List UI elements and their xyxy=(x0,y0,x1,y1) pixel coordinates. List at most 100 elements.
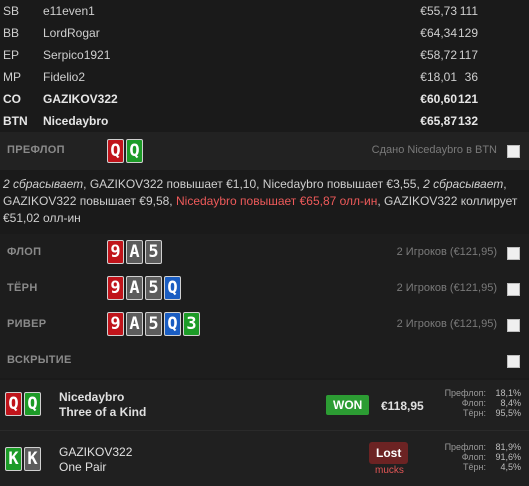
card: 9 xyxy=(107,276,124,300)
player-row: CO GAZIKOV322 €60,60 121 xyxy=(0,88,529,110)
result-winner: QQ Nicedaybro Three of a Kind WON €118,9… xyxy=(0,380,529,430)
card: 3 xyxy=(183,312,200,336)
turn-cards: 9A5Q xyxy=(107,276,181,300)
flop-info: 2 Игроков (€121,95) xyxy=(396,246,497,258)
card: K xyxy=(5,447,22,471)
card: 5 xyxy=(145,240,162,264)
flop-cards: 9A5 xyxy=(107,240,162,264)
flop-checkbox[interactable] xyxy=(507,247,520,260)
player-bb: 121 xyxy=(457,92,478,106)
winner-name: Nicedaybro xyxy=(59,390,125,404)
player-name: Serpico1921 xyxy=(43,48,111,62)
hero-cards: QQ xyxy=(107,139,143,163)
turn-info: 2 Игроков (€121,95) xyxy=(396,282,497,294)
loser-equity-stats: Префлоп: 81,9% Флоп: 91,6% Тёрн: 4,5% xyxy=(426,442,521,472)
winner-equity-stats: Префлоп: 18,1% Флоп: 8,4% Тёрн: 95,5% xyxy=(426,388,521,418)
equity-value: 91,6% xyxy=(495,452,521,462)
winner-cards: QQ xyxy=(5,392,41,416)
action-fold-2: 2 сбрасывает xyxy=(423,177,504,191)
preflop-checkbox[interactable] xyxy=(507,145,520,158)
loser-name: GAZIKOV322 xyxy=(59,445,133,459)
preflop-info: Сдано Nicedaybro в BTN xyxy=(371,144,497,156)
equity-value: 4,5% xyxy=(500,462,521,472)
card: Q xyxy=(24,392,41,416)
card: A xyxy=(126,312,143,336)
action-fold-1: 2 сбрасывает xyxy=(3,177,84,191)
action-allin-highlight: Nicedaybro повышает €65,87 олл-ин xyxy=(175,194,378,208)
river-section: РИВЕР 9A5Q3 2 Игроков (€121,95) xyxy=(0,306,529,342)
player-bb: 129 xyxy=(457,26,478,40)
card: A xyxy=(126,276,143,300)
card: Q xyxy=(164,276,181,300)
player-bb: 117 xyxy=(458,48,478,62)
players-table: SB e11even1 €55,73 111 BB LordRogar €64,34 129 E… xyxy=(0,0,529,132)
equity-value: 8,4% xyxy=(500,398,521,408)
player-position: SB xyxy=(3,4,20,18)
player-row: SB e11even1 €55,73 111 xyxy=(0,0,529,22)
equity-value: 18,1% xyxy=(495,388,521,398)
player-position: EP xyxy=(3,48,20,62)
player-row: MP Fidelio2 €18,01 36 xyxy=(0,66,529,88)
card: Q xyxy=(164,312,181,336)
card: 9 xyxy=(107,312,124,336)
loser-cards: KK xyxy=(5,447,41,471)
turn-section: ТЁРН 9A5Q 2 Игроков (€121,95) xyxy=(0,270,529,306)
winner-hand: Three of a Kind xyxy=(59,405,147,419)
flop-title: ФЛОП xyxy=(7,246,42,258)
equity-street-label: Флоп: xyxy=(461,398,486,408)
player-bb: 111 xyxy=(459,4,478,18)
river-checkbox[interactable] xyxy=(507,319,520,332)
loser-hand: One Pair xyxy=(59,460,107,474)
equity-row: Флоп: 8,4% xyxy=(426,398,521,408)
card: K xyxy=(24,447,41,471)
player-bb: 132 xyxy=(457,114,478,128)
card: Q xyxy=(126,139,143,163)
river-title: РИВЕР xyxy=(7,318,47,330)
card: 5 xyxy=(145,312,162,336)
card: 5 xyxy=(145,276,162,300)
card: Q xyxy=(107,139,124,163)
player-position: BB xyxy=(3,26,20,40)
equity-row: Тёрн: 4,5% xyxy=(426,462,521,472)
river-cards: 9A5Q3 xyxy=(107,312,200,336)
equity-row: Флоп: 91,6% xyxy=(426,452,521,462)
equity-value: 81,9% xyxy=(495,442,521,452)
player-name: Nicedaybro xyxy=(43,114,109,128)
equity-row: Префлоп: 18,1% xyxy=(426,388,521,398)
won-badge: WON xyxy=(326,395,370,415)
turn-checkbox[interactable] xyxy=(507,283,520,296)
player-position: BTN xyxy=(3,114,28,128)
river-info: 2 Игроков (€121,95) xyxy=(396,318,497,330)
player-row: BTN Nicedaybro €65,87 132 xyxy=(0,110,529,132)
equity-street-label: Тёрн: xyxy=(463,408,486,418)
showdown-checkbox[interactable] xyxy=(507,355,520,368)
player-name: Fidelio2 xyxy=(43,70,86,84)
turn-title: ТЁРН xyxy=(7,282,38,294)
showdown-section: ВСКРЫТИЕ xyxy=(0,342,529,378)
player-name: GAZIKOV322 xyxy=(43,92,118,106)
card: A xyxy=(126,240,143,264)
equity-street-label: Флоп: xyxy=(461,452,486,462)
action-log: 2 сбрасывает, GAZIKOV322 повышает €1,10,… xyxy=(3,176,523,227)
flop-section: ФЛОП 9A5 2 Игроков (€121,95) xyxy=(0,234,529,270)
equity-value: 95,5% xyxy=(495,408,521,418)
won-amount: €118,95 xyxy=(381,399,424,413)
player-name: LordRogar xyxy=(43,26,100,40)
showdown-title: ВСКРЫТИЕ xyxy=(7,354,72,366)
player-position: MP xyxy=(3,70,21,84)
mucks-label: mucks xyxy=(375,465,404,476)
player-name: e11even1 xyxy=(43,4,95,18)
player-bb: 36 xyxy=(464,70,478,84)
card: 9 xyxy=(107,240,124,264)
player-row: EP Serpico1921 €58,72 117 xyxy=(0,44,529,66)
equity-street-label: Тёрн: xyxy=(463,462,486,472)
action-text-1: , GAZIKOV322 повышает €1,10, Nicedaybro … xyxy=(83,177,424,191)
card: Q xyxy=(5,392,22,416)
equity-street-label: Префлоп: xyxy=(444,388,486,398)
equity-row: Тёрн: 95,5% xyxy=(426,408,521,418)
equity-row: Префлоп: 81,9% xyxy=(426,442,521,452)
result-loser: KK GAZIKOV322 One Pair Lost mucks Префло… xyxy=(0,431,529,486)
preflop-section: ПРЕФЛОП QQ Сдано Nicedaybro в BTN xyxy=(0,132,529,170)
player-row: BB LordRogar €64,34 129 xyxy=(0,22,529,44)
lost-badge: Lost xyxy=(369,442,409,464)
